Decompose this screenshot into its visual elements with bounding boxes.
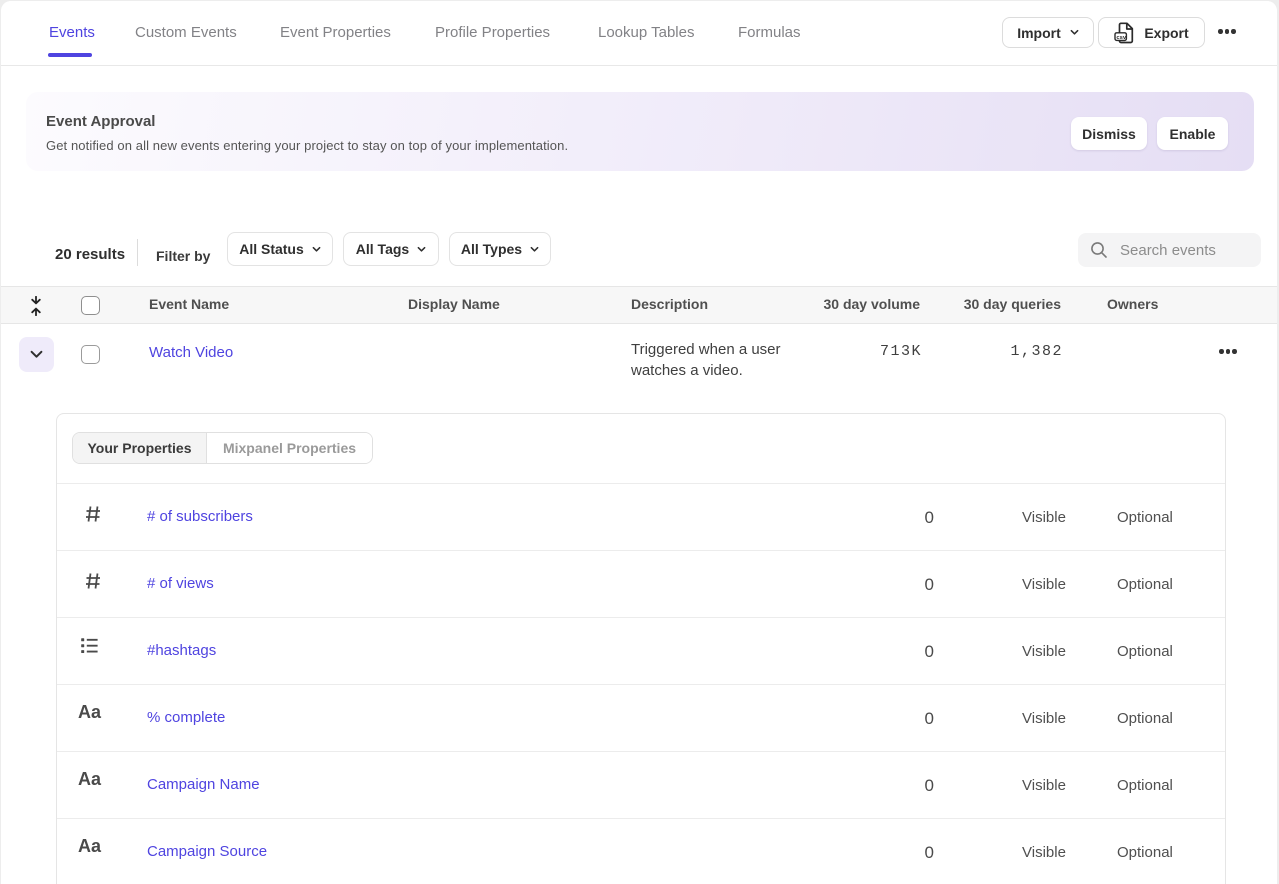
svg-text:csv: csv (1117, 34, 1127, 40)
